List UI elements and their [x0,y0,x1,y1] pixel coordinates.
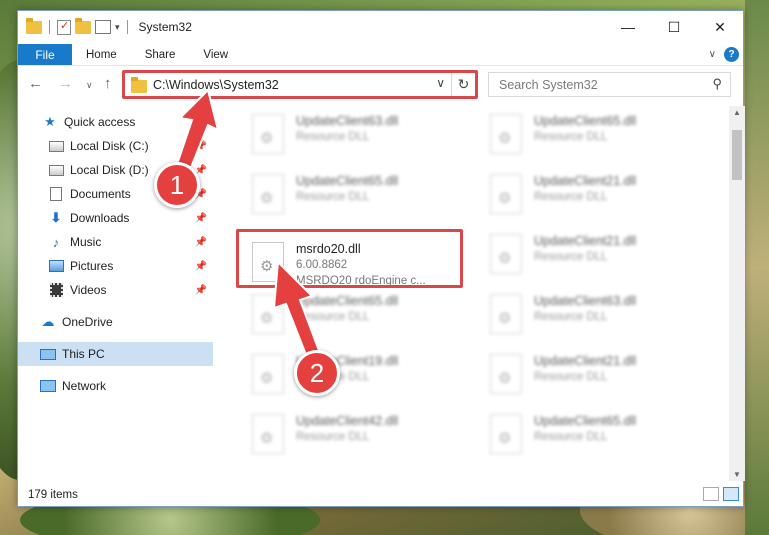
sidebar-item-downloads[interactable]: ⬇ Downloads 📌 [18,206,213,230]
tab-share[interactable]: Share [131,44,190,65]
scroll-down-icon[interactable]: ▼ [733,470,741,479]
dll-file-icon [490,294,522,334]
forward-button[interactable]: → [58,75,73,92]
sidebar-item-music[interactable]: ♪ Music 📌 [18,230,213,254]
back-button[interactable]: ← [28,75,43,92]
step2-badge: 2 [294,350,340,396]
quick-access-toolbar: ▾ [18,17,131,35]
dll-file-icon [490,234,522,274]
file-item[interactable]: UpdateClient65.dll Resource DLL [238,168,458,218]
folder-icon [26,17,42,34]
sidebar-item-onedrive[interactable]: ☁ OneDrive [18,310,213,334]
ribbon-tabs: File Home Share View ∨ ? [18,44,743,66]
file-item[interactable]: UpdateClient42.dll Resource DLL [238,408,458,458]
videos-icon [49,283,63,297]
dll-file-icon [252,114,284,154]
file-item[interactable]: UpdateClient65.dll Resource DLL [476,408,696,458]
close-button[interactable]: ✕ [697,11,743,43]
search-placeholder: Search System32 [499,78,598,92]
expand-ribbon-icon[interactable]: ∨ [709,49,716,60]
scroll-up-icon[interactable]: ▲ [733,108,741,117]
help-icon[interactable]: ? [724,47,739,62]
file-item[interactable]: UpdateClient65.dll Resource DLL [476,108,696,158]
title-bar: ▾ System32 — ☐ ✕ [18,11,743,43]
maximize-button[interactable]: ☐ [651,11,697,43]
search-icon[interactable]: ⚲ [712,76,722,92]
file-item[interactable]: UpdateClient63.dll Resource DLL [476,288,696,338]
dll-file-icon [490,114,522,154]
dll-file-icon [490,354,522,394]
music-icon: ♪ [52,234,60,250]
toolbar-dropdown-icon[interactable]: ▾ [115,22,120,33]
properties-check-icon[interactable] [57,19,71,35]
pictures-icon [48,260,64,272]
sidebar-item-videos[interactable]: Videos 📌 [18,278,213,302]
onedrive-icon: ☁ [41,314,55,329]
computer-icon [40,348,56,360]
file-item[interactable]: UpdateClient21.dll Resource DLL [476,228,696,278]
address-row: ← → ∨ ↑ C:\Windows\System32 ∨ ↻ Search S… [18,70,743,99]
drive-icon [48,140,64,152]
details-view-icon[interactable] [703,487,719,501]
search-input[interactable]: Search System32 ⚲ [488,72,731,97]
pin-icon: 📌 [194,260,207,272]
dll-file-icon [490,414,522,454]
vertical-scrollbar[interactable]: ▲ ▼ [729,106,745,481]
pin-icon: 📌 [194,236,207,248]
file-item[interactable]: UpdateClient63.dll Resource DLL [238,108,458,158]
customize-toolbar-icon[interactable] [95,20,111,34]
file-item[interactable]: UpdateClient65.dll Resource DLL [238,288,458,338]
dll-file-icon [490,174,522,214]
large-icons-view-icon[interactable] [723,487,739,501]
sidebar-item-pictures[interactable]: Pictures 📌 [18,254,213,278]
file-item[interactable]: UpdateClient19.dll Resource DLL [238,348,458,398]
dll-file-icon [252,174,284,214]
dll-file-icon [252,414,284,454]
window-title: System32 [138,20,192,34]
file-item[interactable]: UpdateClient21.dll Resource DLL [476,168,696,218]
recent-locations-icon[interactable]: ∨ [86,80,93,91]
sidebar-item-this-pc[interactable]: This PC [18,342,213,366]
file-explorer-window: ▾ System32 — ☐ ✕ File Home Share View ∨ … [17,10,745,507]
tab-home[interactable]: Home [72,44,131,65]
new-folder-icon[interactable] [75,17,91,34]
step1-badge: 1 [154,162,200,208]
item-count: 179 items [28,489,78,501]
minimize-button[interactable]: — [605,11,651,43]
scrollbar-thumb[interactable] [732,130,742,180]
drive-icon [48,164,64,176]
sidebar-item-network[interactable]: Network [18,374,213,398]
documents-icon [50,187,62,201]
file-highlight-box [236,229,463,288]
pin-icon: 📌 [194,212,207,224]
network-icon [40,380,56,392]
pin-icon: 📌 [194,284,207,296]
file-item[interactable]: UpdateClient21.dll Resource DLL [476,348,696,398]
download-icon: ⬇ [50,210,62,225]
tab-file[interactable]: File [18,44,72,65]
tab-view[interactable]: View [189,44,242,65]
star-icon: ★ [44,114,56,129]
up-button[interactable]: ↑ [104,75,112,92]
status-bar: 179 items [18,483,743,507]
